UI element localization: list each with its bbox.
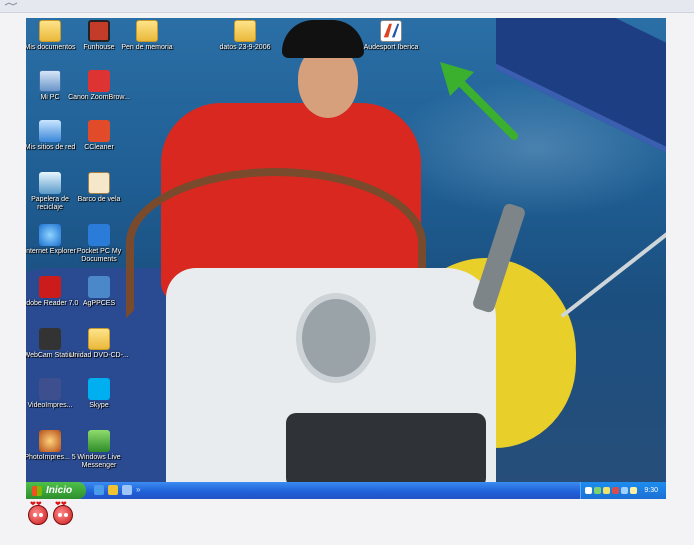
wallpaper-rail — [560, 222, 666, 318]
wallpaper-rope-jammers — [286, 413, 486, 482]
desktop-icon-pocket-pc[interactable]: Pocket PC My Documents — [68, 224, 130, 264]
green-arrow-icon — [440, 62, 518, 140]
icon-label: Barco de vela — [77, 196, 121, 203]
icon-label: Unidad DVD-CD-... — [69, 352, 129, 359]
pocket-pc-icon — [88, 224, 110, 246]
tray-messenger-icon[interactable] — [630, 487, 637, 494]
adobe-reader-icon — [39, 276, 61, 298]
image-file-icon — [88, 172, 110, 194]
love-emoticon-icon — [53, 505, 73, 525]
funhouse-icon — [88, 20, 110, 42]
clock[interactable]: 9:30 — [644, 487, 658, 494]
desktop: Mis documentos Funhouse Pen de memoria d… — [26, 18, 666, 482]
chevron-right-icon[interactable]: » — [136, 485, 140, 495]
folder-quicklaunch-icon[interactable] — [108, 485, 118, 495]
icon-label: CCleaner — [84, 144, 114, 151]
folder-icon — [88, 328, 110, 350]
tray-network-icon[interactable] — [594, 487, 601, 494]
desktop-icon-datos[interactable]: datos 23-9-2006 — [214, 20, 276, 52]
desktop-icon-unidad-dvd[interactable]: Unidad DVD-CD-... — [68, 328, 130, 360]
ccleaner-icon — [88, 120, 110, 142]
ie-quicklaunch-icon[interactable] — [94, 485, 104, 495]
desktop-icon-ccleaner[interactable]: CCleaner — [68, 120, 130, 152]
icon-label: Pen de memoria — [121, 44, 173, 51]
icon-label: datos 23-9-2006 — [219, 44, 271, 51]
top-strip-glyph-icon — [4, 2, 18, 6]
icon-label: Skype — [89, 402, 109, 409]
computer-icon — [39, 70, 61, 92]
windows-flag-icon — [32, 485, 42, 496]
recycle-bin-icon — [39, 172, 61, 194]
desktop-icon-windows-live-messenger[interactable]: Windows Live Messenger — [68, 430, 130, 470]
icon-label: Windows Live Messenger — [77, 454, 121, 469]
icon-label: Pocket PC My Documents — [76, 248, 122, 263]
internet-explorer-icon — [39, 224, 61, 246]
top-strip — [0, 0, 694, 13]
audesport-logo-icon — [380, 20, 402, 42]
tray-volume-icon[interactable] — [603, 487, 610, 494]
skype-icon — [88, 378, 110, 400]
network-places-icon — [39, 120, 61, 142]
desktop-icon-agppces[interactable]: AgPPCES — [68, 276, 130, 308]
start-label: Inicio — [46, 485, 73, 496]
icon-label: AgPPCES — [82, 300, 116, 307]
wallpaper-winch — [296, 293, 376, 383]
canon-zoombrowser-icon — [88, 70, 110, 92]
start-button[interactable]: Inicio — [26, 482, 86, 499]
photoimpression-icon — [39, 430, 61, 452]
folder-icon — [234, 20, 256, 42]
icon-label: Audesport Iberica — [363, 44, 419, 51]
tray-security-icon[interactable] — [612, 487, 619, 494]
agppces-icon — [88, 276, 110, 298]
desktop-icon-barco-de-vela[interactable]: Barco de vela — [68, 172, 130, 204]
quick-launch: » — [94, 485, 140, 495]
messenger-icon — [88, 430, 110, 452]
system-tray: 9:30 — [580, 482, 666, 499]
love-emoticon-icon — [28, 505, 48, 525]
wallpaper-sailor-cap — [282, 20, 364, 58]
desktop-icon-audesport[interactable]: Audesport Iberica — [360, 20, 422, 52]
desktop-quicklaunch-icon[interactable] — [122, 485, 132, 495]
videoimpression-icon — [39, 378, 61, 400]
icon-label: Canon ZoomBrow... — [68, 94, 130, 101]
my-documents-icon — [39, 20, 61, 42]
desktop-icon-pen-de-memoria[interactable]: Pen de memoria — [116, 20, 178, 52]
desktop-icon-canon[interactable]: Canon ZoomBrow... — [68, 70, 130, 102]
desktop-icon-skype[interactable]: Skype — [68, 378, 130, 410]
taskbar: Inicio » 9:30 — [26, 482, 666, 499]
tray-display-icon[interactable] — [621, 487, 628, 494]
folder-icon — [136, 20, 158, 42]
webcam-icon — [39, 328, 61, 350]
tray-show-icons-icon[interactable] — [585, 487, 592, 494]
